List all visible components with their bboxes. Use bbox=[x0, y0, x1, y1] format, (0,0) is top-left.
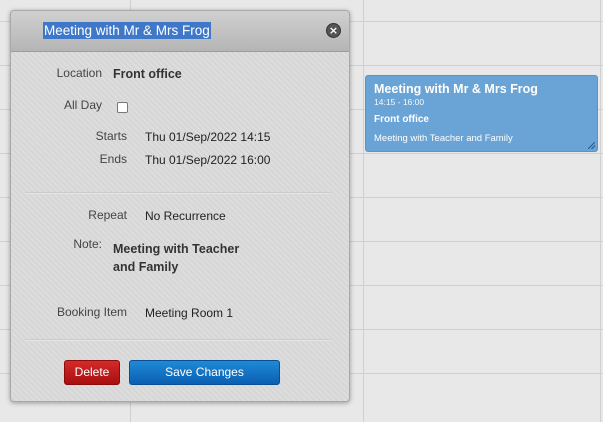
note-value-line1[interactable]: Meeting with Teacher bbox=[113, 242, 239, 256]
note-label: Note: bbox=[73, 237, 102, 251]
location-value[interactable]: Front office bbox=[113, 67, 182, 81]
delete-button[interactable]: Delete bbox=[64, 360, 120, 385]
ends-value[interactable]: Thu 01/Sep/2022 16:00 bbox=[145, 153, 270, 167]
save-changes-button[interactable]: Save Changes bbox=[129, 360, 280, 385]
booking-item-value[interactable]: Meeting Room 1 bbox=[145, 306, 233, 320]
event-edit-dialog: Meeting with Mr & Mrs Frog × Location Fr… bbox=[10, 10, 350, 402]
divider bbox=[25, 192, 331, 194]
calendar-event[interactable]: Meeting with Mr & Mrs Frog 14:15 - 16:00… bbox=[365, 75, 598, 152]
ends-label: Ends bbox=[99, 152, 127, 166]
grid-column-line bbox=[363, 0, 364, 422]
close-icon[interactable]: × bbox=[326, 23, 341, 38]
grid-column-line bbox=[600, 0, 601, 422]
note-value-line2[interactable]: and Family bbox=[113, 260, 178, 274]
starts-label: Starts bbox=[95, 129, 127, 143]
booking-item-label: Booking Item bbox=[56, 305, 127, 319]
event-resize-handle[interactable] bbox=[588, 142, 595, 149]
event-note: Meeting with Teacher and Family bbox=[374, 133, 513, 144]
repeat-label: Repeat bbox=[88, 208, 127, 222]
event-time: 14:15 - 16:00 bbox=[374, 97, 425, 107]
repeat-value[interactable]: No Recurrence bbox=[145, 209, 226, 223]
starts-value[interactable]: Thu 01/Sep/2022 14:15 bbox=[145, 130, 270, 144]
event-title: Meeting with Mr & Mrs Frog bbox=[374, 82, 538, 96]
divider bbox=[25, 339, 331, 341]
location-label: Location bbox=[56, 66, 102, 80]
dialog-title[interactable]: Meeting with Mr & Mrs Frog bbox=[43, 22, 211, 39]
event-location: Front office bbox=[374, 114, 429, 125]
all-day-checkbox[interactable] bbox=[117, 102, 128, 113]
dialog-header: Meeting with Mr & Mrs Frog × bbox=[11, 11, 349, 52]
all-day-label: All Day bbox=[63, 98, 102, 112]
